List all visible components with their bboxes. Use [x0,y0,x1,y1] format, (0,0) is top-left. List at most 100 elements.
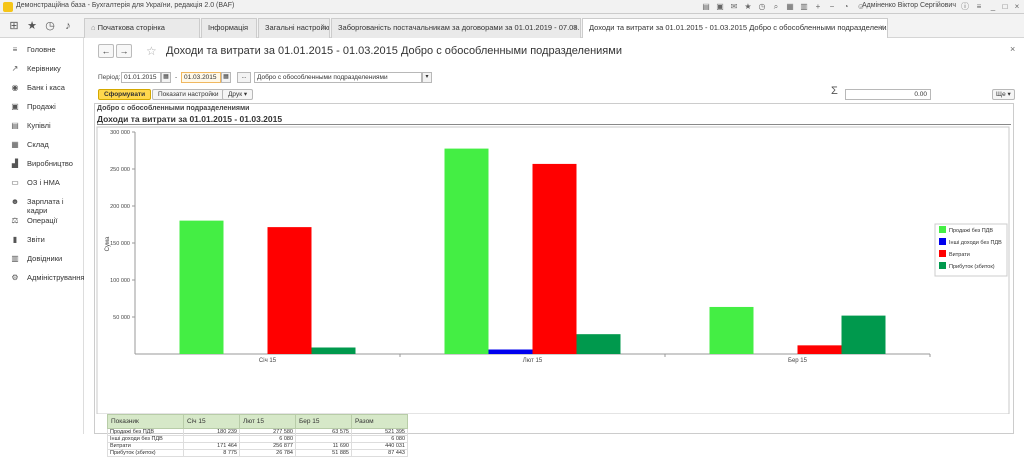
forward-button[interactable]: → [116,44,132,58]
date-to-calendar-button[interactable]: ▦ [221,72,231,83]
arrow-right-icon: → [119,46,129,56]
notifications-bell-icon[interactable]: ♪ [62,20,74,32]
table-cell: 440 031 [351,442,408,450]
sidebar-item-payroll[interactable]: ☻ Зарплата і кадри [0,194,84,215]
generate-button[interactable]: Сформувати [98,89,152,100]
table-cell: Продажі без ПДВ [107,428,184,436]
tab-information[interactable]: Інформація [201,18,257,38]
people-icon: ☻ [10,197,20,206]
sidebar-item-main[interactable]: ≡ Головне [0,42,84,58]
sidebar-item-bank[interactable]: ◉ Банк і каса [0,80,84,96]
zoom-out-icon[interactable]: − [827,2,837,12]
arrow-left-icon: ← [101,46,111,56]
tab-income-expenses[interactable]: Доходи та витрати за 01.01.2015 - 01.03.… [582,18,888,38]
search-icon[interactable]: ⌕ [771,2,781,12]
table-cell: 521 395 [351,428,408,436]
table-row: Витрати 171 464 256 877 11 690 440 031 [107,442,408,450]
sidebar-item-manager[interactable]: ↗ Керівнику [0,61,84,77]
y-tick-label: 50 000 [113,315,130,321]
favorite-icon[interactable]: ★ [743,2,753,12]
more-button[interactable]: Ще ▾ [992,89,1015,100]
close-tab-icon[interactable]: × [879,19,884,37]
y-tick-label: 300 000 [110,130,130,136]
calendar-icon: ▦ [163,74,169,80]
y-tick-label: 250 000 [110,167,130,173]
table-cell: 51 885 [295,449,352,457]
tabs-bar: ⊞ ★ ◷ ♪ ⌂ Початкова сторінка Інформація … [0,14,1024,38]
tab-general-settings[interactable]: Загальні настройки × [258,18,330,38]
y-tick-label: 150 000 [110,241,130,247]
date-from-input[interactable]: 01.01.2015 [121,72,161,83]
current-user[interactable]: Адміненко Віктор Сергійович [862,2,956,9]
home-icon: ⌂ [91,23,96,32]
table-cell: 11 690 [295,442,352,450]
sidebar-item-production[interactable]: ▟ Виробництво [0,156,84,172]
table-cell: 180 239 [183,428,240,436]
organization-dropdown-button[interactable]: ▾ [422,72,432,83]
date-to-input[interactable]: 01.03.2015 [181,72,221,83]
bank-icon: ◉ [11,83,19,92]
close-window-icon[interactable]: × [1012,2,1022,12]
cart-icon: ▤ [11,121,19,130]
print-icon[interactable]: ▤ [701,2,711,12]
legend-label: Інші доходи без ПДВ [949,240,1002,246]
sidebar-item-administration[interactable]: ⚙ Адміністрування [0,270,84,286]
tab-supplier-debt[interactable]: Заборгованість постачальникам за договор… [331,18,581,38]
table-cell: 8 775 [183,449,240,457]
history-icon[interactable]: ◷ [757,2,767,12]
table-row: Інші доходи без ПДВ 6 080 6 080 [107,435,408,443]
history-clock-icon[interactable]: ◷ [44,20,56,32]
chevron-down-icon: ▾ [425,74,429,80]
info-icon[interactable]: ⓘ [960,2,970,12]
save-icon[interactable]: ▣ [715,2,725,12]
x-tick-label: Бер 15 [788,358,808,364]
mail-icon[interactable]: ✉ [729,2,739,12]
sidebar-item-sales[interactable]: ▣ Продажі [0,99,84,115]
legend-label: Прибуток (збиток) [949,264,995,270]
table-header-cell: Лют 15 [239,414,296,429]
show-settings-button[interactable]: Показати настройки [152,89,225,100]
maximize-icon[interactable]: □ [1000,2,1010,12]
organization-input[interactable]: Добро с обособленными подразделениями [254,72,422,83]
date-from-calendar-button[interactable]: ▦ [161,72,171,83]
print-button[interactable]: Друк ▾ [222,89,254,100]
table-row: Продажі без ПДВ 180 239 277 580 63 575 521 3… [107,428,408,436]
calculator-icon[interactable]: ▦ [785,2,795,12]
y-axis-label: Сума [105,236,111,251]
title-bar: Демонстраційна база - Бухгалтерія для Ук… [0,0,1024,14]
back-button[interactable]: ← [98,44,114,58]
close-tab-icon[interactable]: × [572,19,577,37]
calendar-icon[interactable]: ▥ [799,2,809,12]
warehouse-icon: ▦ [11,140,19,149]
sidebar-item-operations[interactable]: ⚖ Операції [0,213,84,229]
bar [532,163,577,354]
minimize-icon[interactable]: _ [988,2,998,12]
favorites-star-icon[interactable]: ★ [26,20,38,32]
trend-icon: ↗ [11,64,19,73]
sections-grid-icon[interactable]: ⊞ [8,20,20,32]
table-cell: 87 443 [351,449,408,457]
sidebar-item-warehouse[interactable]: ▦ Склад [0,137,84,153]
table-cell: 6 080 [351,435,408,443]
bar [444,148,489,354]
tab-home[interactable]: ⌂ Початкова сторінка [84,18,200,38]
legend-label: Витрати [949,252,970,258]
legend-swatch [939,226,946,233]
sidebar-item-reports[interactable]: ▮ Звіти [0,232,84,248]
sidebar-item-directories[interactable]: ▥ Довідники [0,251,84,267]
sum-field[interactable]: 0.00 [845,89,931,100]
select-period-button[interactable]: ... [237,72,251,83]
sidebar-item-assets[interactable]: ▭ ОЗ і НМА [0,175,84,191]
gear-icon: ⚙ [11,273,19,282]
close-form-icon[interactable]: × [1010,44,1015,54]
zoom-in-icon[interactable]: + [813,2,823,12]
chevron-down-icon: ▾ [1007,91,1011,98]
close-tab-icon[interactable]: × [321,19,326,37]
menu-icon[interactable]: ≡ [974,2,984,12]
favorite-star-icon[interactable]: ☆ [146,44,157,58]
bell-icon[interactable]: ◔ [841,2,851,12]
sidebar-item-purchases[interactable]: ▤ Купівлі [0,118,84,134]
window-title: Демонстраційна база - Бухгалтерія для Ук… [16,2,235,9]
summary-table: Показник Січ 15 Лют 15 Бер 15 Разом Продажі … [107,414,408,457]
menu-icon: ≡ [12,45,18,54]
